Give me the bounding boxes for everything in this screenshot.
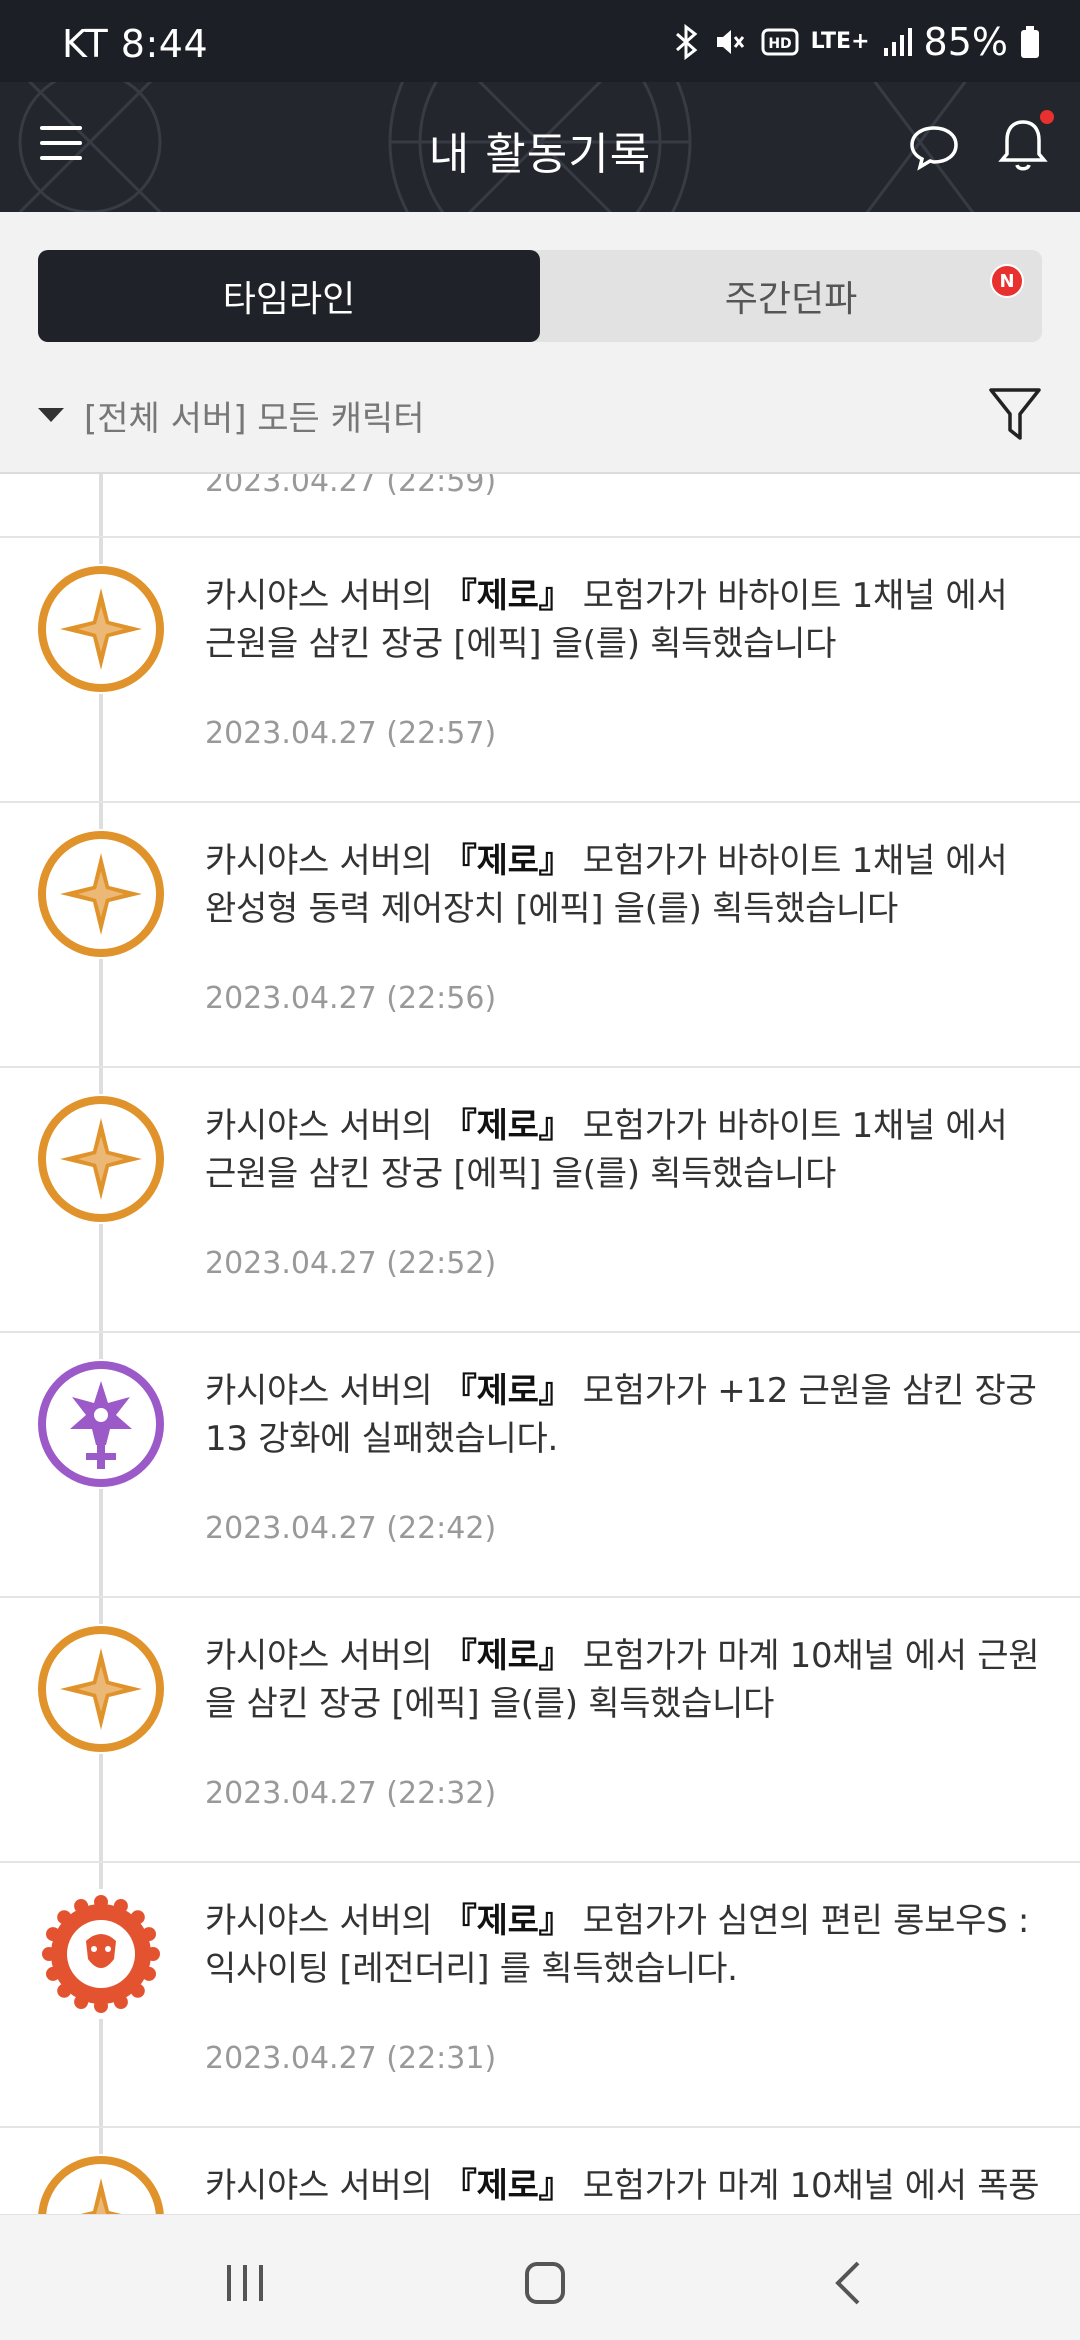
timeline-list: 2023.04.27 (22:59) 카시야스 서버의 『제로』 모험가가 바하… xyxy=(0,474,1080,2214)
back-button[interactable] xyxy=(820,2253,880,2313)
notification-button[interactable] xyxy=(998,110,1054,174)
back-chevron-icon xyxy=(835,2261,860,2305)
list-item[interactable]: 2023.04.27 (22:59) xyxy=(0,474,1080,538)
character-name: 『제로』 xyxy=(442,1371,573,1411)
server-text: 카시야스 서버의 xyxy=(205,1371,433,1411)
list-item[interactable]: 카시야스 서버의 『제로』 모험가가 +12 근원을 삼킨 장궁 13 강화에 … xyxy=(0,1333,1080,1598)
list-item[interactable]: 카시야스 서버의 『제로』 모험가가 마계 10채널 에서 폭풍을 삼 xyxy=(0,2128,1080,2214)
server-text: 카시야스 서버의 xyxy=(205,576,433,616)
signal-icon xyxy=(883,28,912,56)
svg-text:HD: HD xyxy=(768,36,791,52)
app-header: 내 활동기록 xyxy=(0,82,1080,212)
hd-icon: HD xyxy=(761,28,799,56)
compass-star-icon xyxy=(36,2154,166,2214)
status-bar: KT 8:44 HD LTE+ 85% xyxy=(0,0,1080,82)
lion-gear-icon xyxy=(36,1889,166,2019)
battery-icon xyxy=(1021,26,1039,58)
server-text: 카시야스 서버의 xyxy=(205,1636,433,1676)
system-nav-bar xyxy=(0,2214,1080,2340)
list-item[interactable]: 카시야스 서버의 『제로』 모험가가 바하이트 1채널 에서 완성형 동력 제어… xyxy=(0,803,1080,1068)
character-name: 『제로』 xyxy=(442,576,573,616)
funnel-icon xyxy=(989,388,1041,440)
caret-down-icon xyxy=(38,408,64,422)
new-badge: N xyxy=(990,264,1024,298)
entry-time: 2023.04.27 (22:57) xyxy=(205,716,497,751)
carrier-label: KT xyxy=(62,22,109,66)
tab-timeline[interactable]: 타임라인 xyxy=(38,250,540,342)
status-left: KT 8:44 xyxy=(62,22,208,66)
character-name: 『제로』 xyxy=(442,1636,573,1676)
character-name: 『제로』 xyxy=(442,1901,573,1941)
filter-button[interactable] xyxy=(988,386,1042,442)
list-item[interactable]: 카시야스 서버의 『제로』 모험가가 바하이트 1채널 에서 근원을 삼킨 장궁… xyxy=(0,1068,1080,1333)
entry-text: 카시야스 서버의 『제로』 모험가가 심연의 편린 롱보우S : 익사이팅 [레… xyxy=(205,1897,1044,1993)
server-text: 카시야스 서버의 xyxy=(205,1901,433,1941)
enhance-fail-icon xyxy=(36,1359,166,1489)
chat-button[interactable] xyxy=(908,122,960,172)
mute-icon xyxy=(716,30,744,54)
recent-apps-icon xyxy=(227,2265,263,2301)
network-type: LTE+ xyxy=(810,29,870,54)
controls-panel: 타임라인 주간던파 N [전체 서버] 모든 캐릭터 xyxy=(0,212,1080,474)
entry-text: 카시야스 서버의 『제로』 모험가가 바하이트 1채널 에서 근원을 삼킨 장궁… xyxy=(205,1102,1044,1198)
list-item[interactable]: 카시야스 서버의 『제로』 모험가가 바하이트 1채널 에서 근원을 삼킨 장궁… xyxy=(0,538,1080,803)
character-name: 『제로』 xyxy=(442,2166,573,2206)
server-dropdown[interactable]: [전체 서버] 모든 캐릭터 xyxy=(38,391,424,440)
entry-time: 2023.04.27 (22:42) xyxy=(205,1511,497,1546)
home-icon xyxy=(525,2262,565,2304)
entry-time: 2023.04.27 (22:59) xyxy=(205,474,497,499)
entry-text: 카시야스 서버의 『제로』 모험가가 바하이트 1채널 에서 완성형 동력 제어… xyxy=(205,837,1044,933)
character-name: 『제로』 xyxy=(442,841,573,881)
battery-percent: 85% xyxy=(923,20,1008,64)
status-right: HD LTE+ 85% xyxy=(673,20,1040,64)
entry-text: 카시야스 서버의 『제로』 모험가가 +12 근원을 삼킨 장궁 13 강화에 … xyxy=(205,1367,1044,1463)
entry-time: 2023.04.27 (22:56) xyxy=(205,981,497,1016)
compass-star-icon xyxy=(36,829,166,959)
filter-row: [전체 서버] 모든 캐릭터 xyxy=(38,380,1042,450)
segmented-tabs: 타임라인 주간던파 N xyxy=(38,250,1042,342)
clock: 8:44 xyxy=(120,22,209,66)
bluetooth-icon xyxy=(675,24,698,60)
entry-time: 2023.04.27 (22:32) xyxy=(205,1776,497,1811)
server-text: 카시야스 서버의 xyxy=(205,1106,433,1146)
recent-apps-button[interactable] xyxy=(215,2253,275,2313)
entry-text: 카시야스 서버의 『제로』 모험가가 바하이트 1채널 에서 근원을 삼킨 장궁… xyxy=(205,572,1044,668)
compass-star-icon xyxy=(36,1624,166,1754)
entry-text: 카시야스 서버의 『제로』 모험가가 마계 10채널 에서 근원을 삼킨 장궁 … xyxy=(205,1632,1044,1728)
home-button[interactable] xyxy=(515,2253,575,2313)
filter-label: [전체 서버] 모든 캐릭터 xyxy=(84,398,425,439)
chat-bubble-icon xyxy=(910,126,958,171)
entry-text: 카시야스 서버의 『제로』 모험가가 마계 10채널 에서 폭풍을 삼 xyxy=(205,2162,1044,2214)
entry-time: 2023.04.27 (22:31) xyxy=(205,2041,497,2076)
tab-label: 타임라인 xyxy=(222,279,356,320)
list-item[interactable]: 카시야스 서버의 『제로』 모험가가 마계 10채널 에서 근원을 삼킨 장궁 … xyxy=(0,1598,1080,1863)
compass-star-icon xyxy=(36,564,166,694)
tab-weekly[interactable]: 주간던파 N xyxy=(540,250,1042,342)
character-name: 『제로』 xyxy=(442,1106,573,1146)
server-text: 카시야스 서버의 xyxy=(205,841,433,881)
notification-dot xyxy=(1040,110,1054,124)
bell-icon xyxy=(998,120,1048,171)
compass-star-icon xyxy=(36,1094,166,1224)
entry-time: 2023.04.27 (22:52) xyxy=(205,1246,497,1281)
list-item[interactable]: 카시야스 서버의 『제로』 모험가가 심연의 편린 롱보우S : 익사이팅 [레… xyxy=(0,1863,1080,2128)
tab-label: 주간던파 xyxy=(724,279,858,320)
server-text: 카시야스 서버의 xyxy=(205,2166,433,2206)
